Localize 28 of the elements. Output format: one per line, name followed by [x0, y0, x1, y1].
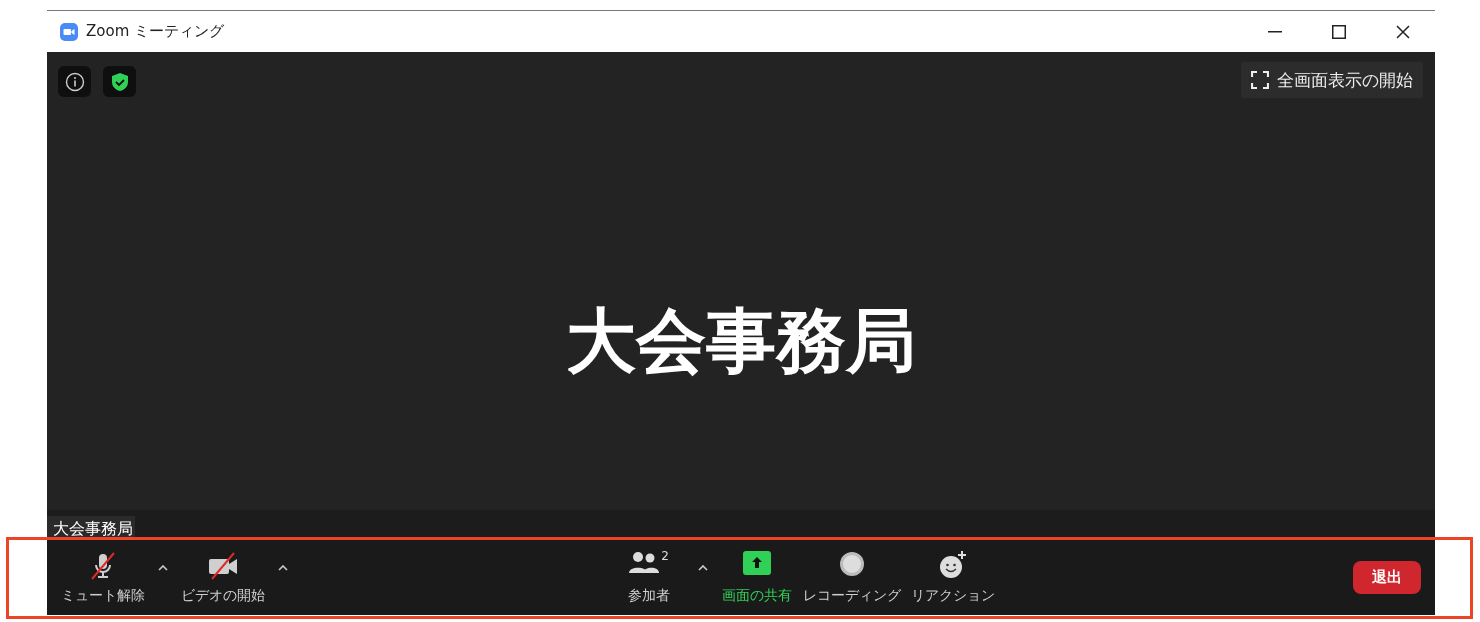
- fullscreen-button[interactable]: 全画面表示の開始: [1241, 62, 1423, 98]
- shield-check-icon: [110, 71, 129, 92]
- reaction-button[interactable]: リアクション: [909, 546, 997, 609]
- participant-name: 大会事務局: [566, 299, 916, 384]
- smiley-plus-icon: [939, 550, 967, 579]
- participants-button[interactable]: 2 参加者: [611, 546, 687, 609]
- maximize-icon: [1332, 24, 1346, 39]
- mic-button[interactable]: ミュート解除: [59, 546, 147, 609]
- caret-icon: [698, 564, 708, 571]
- share-button[interactable]: 画面の共有: [719, 546, 795, 609]
- participant-count: 2: [661, 548, 669, 563]
- camera-logo-icon: [60, 22, 78, 41]
- window-title: Zoom ミーティング: [86, 22, 224, 41]
- name-tag: 大会事務局: [47, 516, 135, 540]
- share-screen-icon: [743, 550, 771, 575]
- info-icon: [64, 71, 85, 92]
- fullscreen-icon: [1251, 71, 1269, 89]
- video-button[interactable]: ビデオの開始: [179, 546, 267, 609]
- record-icon: [839, 550, 865, 577]
- leave-button[interactable]: 退出: [1353, 561, 1421, 594]
- minimize-icon: [1268, 30, 1282, 33]
- caret-icon: [158, 564, 168, 571]
- info-button[interactable]: [58, 66, 91, 97]
- security-shield-button[interactable]: [103, 66, 136, 97]
- close-icon: [1396, 24, 1410, 39]
- record-button[interactable]: レコーディング: [801, 546, 903, 609]
- people-icon: [629, 550, 660, 575]
- caret-icon: [278, 564, 288, 571]
